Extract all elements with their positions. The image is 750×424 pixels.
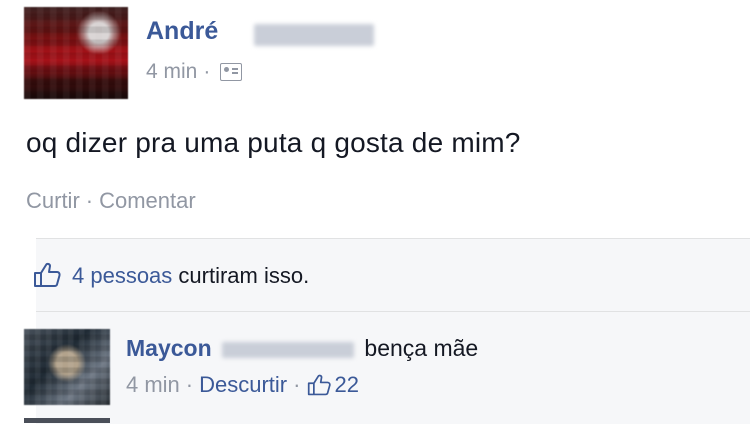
thumbs-up-icon — [34, 262, 61, 287]
comment-meta-separator: · — [185, 372, 194, 397]
likes-summary-row: 4 pessoas curtiram isso. — [34, 239, 750, 312]
friends-icon[interactable] — [220, 63, 243, 81]
post-meta: 4 min · — [146, 60, 243, 84]
thumbs-up-icon — [308, 374, 332, 396]
post-author-first-name[interactable]: André — [146, 17, 218, 45]
comment: Maycon bença mãe — [126, 335, 478, 362]
comment-timestamp[interactable]: 4 min — [126, 372, 180, 398]
post-actions: Curtir · Comentar — [26, 188, 196, 214]
post-timestamp[interactable]: 4 min — [146, 60, 197, 84]
comment-text: bença mãe — [364, 335, 479, 361]
comment-link[interactable]: Comentar — [99, 188, 196, 214]
comment-meta-separator-2: · — [293, 372, 301, 397]
next-comment-avatar — [24, 418, 110, 423]
comment-like-count-value: 22 — [334, 372, 359, 397]
post-author-avatar[interactable] — [24, 7, 128, 99]
unlike-comment-link[interactable]: Descurtir — [199, 372, 287, 398]
comment-author-avatar[interactable] — [24, 329, 110, 405]
redacted-commenter-surname — [222, 341, 355, 358]
comment-author-name[interactable]: Maycon — [126, 335, 212, 361]
like-link[interactable]: Curtir — [26, 188, 80, 214]
meta-separator: · — [203, 60, 211, 83]
comment-meta: 4 min · Descurtir · 22 — [126, 372, 359, 398]
likes-summary: 4 pessoas curtiram isso. — [72, 263, 309, 289]
post-author-name[interactable]: André — [146, 17, 218, 46]
post: André 4 min · oq dizer pra uma puta q go… — [0, 0, 750, 236]
likes-suffix: curtiram isso. — [178, 263, 310, 288]
post-body-text: oq dizer pra uma puta q gosta de mim? — [26, 127, 521, 158]
redacted-surname — [254, 24, 374, 46]
actions-separator: · — [85, 188, 94, 213]
comment-like-count[interactable]: 22 — [306, 372, 359, 398]
likers-link[interactable]: 4 pessoas — [72, 263, 172, 288]
